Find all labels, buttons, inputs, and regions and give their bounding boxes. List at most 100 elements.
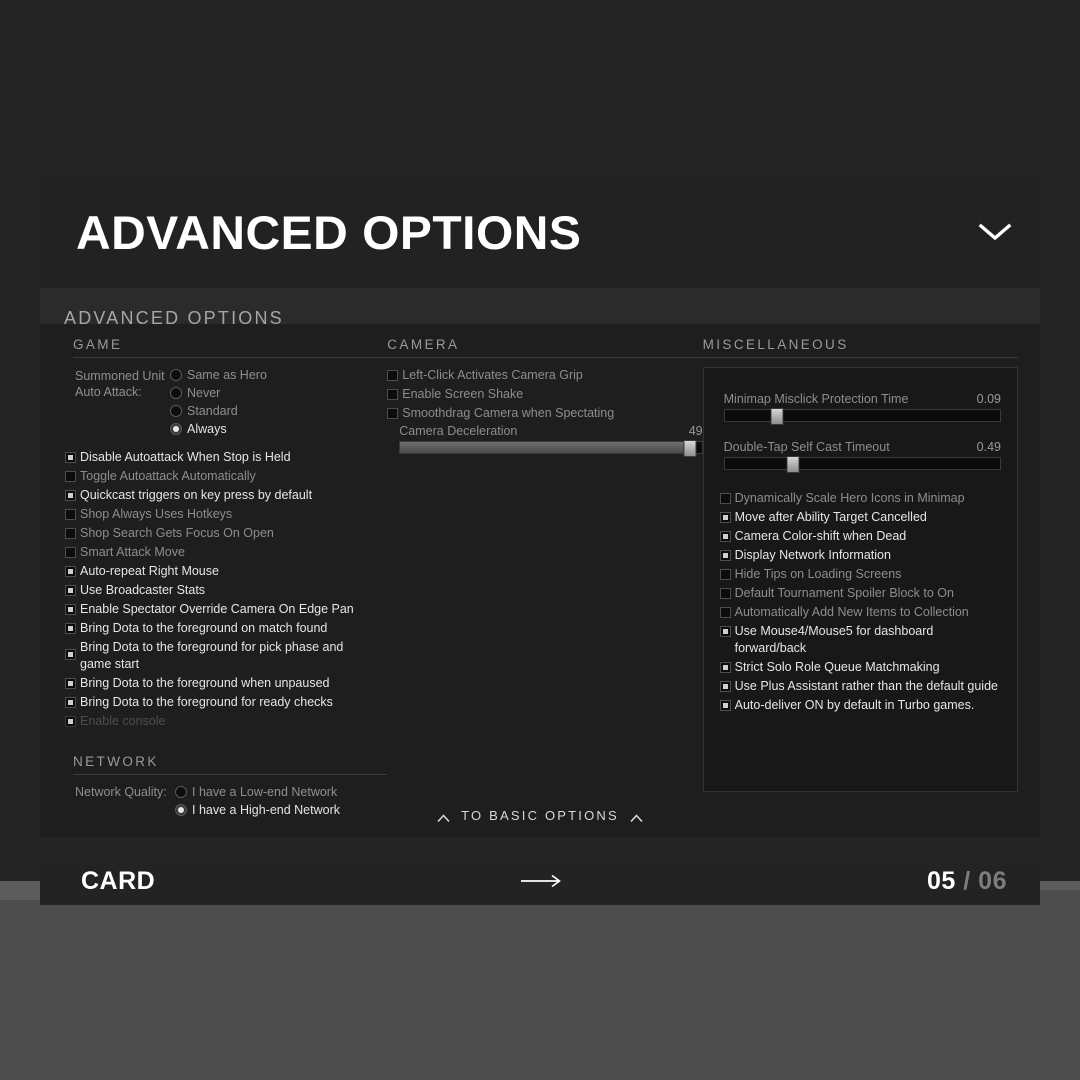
slider-label: Camera Deceleration — [399, 424, 518, 438]
checkbox-label: Auto-repeat Right Mouse — [80, 564, 219, 578]
total-pages: 06 — [978, 866, 1007, 895]
checkbox-default-tournament-spoiler-block[interactable]: Default Tournament Spoiler Block to On — [719, 585, 1001, 602]
arrow-right-icon[interactable] — [519, 870, 563, 892]
column-miscellaneous: MISCELLANEOUS Minimap Misclick Protectio… — [702, 337, 1018, 818]
checkbox-use-plus-assistant[interactable]: Use Plus Assistant rather than the defau… — [719, 678, 1001, 695]
radio-same-as-hero[interactable]: Same as Hero — [170, 367, 267, 383]
checkbox-icon — [387, 370, 399, 381]
checkbox-icon — [719, 681, 731, 692]
checkbox-enable-screen-shake[interactable]: Enable Screen Shake — [387, 386, 702, 403]
slider-value: 0.49 — [976, 440, 1001, 454]
checkbox-disable-autoattack-when-stop-is-held[interactable]: Disable Autoattack When Stop is Held — [65, 449, 387, 466]
to-basic-options-link[interactable]: TO BASIC OPTIONS — [40, 793, 1040, 837]
checkbox-icon — [65, 528, 76, 539]
miscellaneous-checkbox-list: Dynamically Scale Hero Icons in Minimap … — [719, 490, 1001, 714]
checkbox-label: Bring Dota to the foreground for pick ph… — [80, 640, 344, 671]
checkbox-icon — [719, 550, 731, 561]
double-tap-self-cast-timeout-slider[interactable]: Double-Tap Self Cast Timeout 0.49 — [720, 440, 1001, 473]
radio-label: Always — [187, 422, 227, 436]
slider-handle[interactable] — [770, 408, 784, 425]
checkbox-icon — [65, 547, 76, 558]
checkbox-strict-solo-role-queue-matchmaking[interactable]: Strict Solo Role Queue Matchmaking — [719, 659, 1001, 676]
checkbox-icon — [719, 700, 731, 711]
checkbox-shop-search-gets-focus-on-open[interactable]: Shop Search Gets Focus On Open — [65, 525, 387, 542]
checkbox-icon — [65, 649, 76, 660]
checkbox-label: Bring Dota to the foreground when unpaus… — [80, 676, 330, 690]
page-separator: / — [963, 866, 971, 895]
slider-handle[interactable] — [786, 456, 800, 473]
chevron-down-icon[interactable] — [978, 222, 1012, 242]
checkbox-bring-dota-foreground-ready-checks[interactable]: Bring Dota to the foreground for ready c… — [65, 694, 387, 711]
checkbox-use-mouse4-mouse5-dashboard[interactable]: Use Mouse4/Mouse5 for dashboard forward/… — [719, 623, 1001, 657]
slider-track[interactable] — [723, 456, 1001, 473]
checkbox-icon — [65, 623, 76, 634]
checkbox-icon — [65, 697, 76, 708]
checkbox-auto-deliver-turbo[interactable]: Auto-deliver ON by default in Turbo game… — [719, 697, 1001, 714]
checkbox-label: Use Plus Assistant rather than the defau… — [734, 679, 998, 693]
checkbox-bring-dota-foreground-match-found[interactable]: Bring Dota to the foreground on match fo… — [65, 620, 387, 637]
slider-track[interactable] — [399, 440, 703, 457]
checkbox-dynamically-scale-hero-icons[interactable]: Dynamically Scale Hero Icons in Minimap — [719, 490, 1001, 507]
camera-deceleration-slider[interactable]: Camera Deceleration 49 — [387, 424, 703, 457]
checkbox-label: Hide Tips on Loading Screens — [734, 567, 902, 581]
checkbox-smoothdrag-camera-when-spectating[interactable]: Smoothdrag Camera when Spectating — [387, 405, 702, 422]
checkbox-label: Bring Dota to the foreground on match fo… — [80, 621, 328, 635]
to-basic-options-label: TO BASIC OPTIONS — [461, 807, 619, 823]
radio-always[interactable]: Always — [170, 421, 267, 437]
checkbox-smart-attack-move[interactable]: Smart Attack Move — [65, 544, 387, 561]
slider-track[interactable] — [723, 408, 1001, 425]
checkbox-label: Automatically Add New Items to Collectio… — [734, 605, 969, 619]
checkbox-label: Bring Dota to the foreground for ready c… — [80, 695, 333, 709]
current-page: 05 — [927, 866, 956, 895]
radio-never[interactable]: Never — [170, 385, 267, 401]
minimap-misclick-protection-slider[interactable]: Minimap Misclick Protection Time 0.09 — [720, 392, 1001, 425]
checkbox-hide-tips-on-loading-screens[interactable]: Hide Tips on Loading Screens — [719, 566, 1001, 583]
section-title-miscellaneous: MISCELLANEOUS — [702, 337, 1018, 358]
checkbox-label: Use Mouse4/Mouse5 for dashboard forward/… — [734, 624, 934, 655]
checkbox-icon — [65, 678, 76, 689]
checkbox-label: Strict Solo Role Queue Matchmaking — [734, 660, 940, 674]
checkbox-label: Enable console — [80, 714, 166, 728]
radio-label: Same as Hero — [187, 368, 267, 382]
slider-handle[interactable] — [683, 440, 697, 457]
checkbox-toggle-autoattack-automatically[interactable]: Toggle Autoattack Automatically — [65, 468, 387, 485]
checkbox-icon — [719, 626, 731, 637]
checkbox-icon — [65, 471, 76, 482]
advanced-options-card: ADVANCED OPTIONS ADVANCED OPTIONS GAME S… — [40, 176, 1040, 837]
checkbox-left-click-activates-camera-grip[interactable]: Left-Click Activates Camera Grip — [387, 367, 702, 384]
checkbox-label: Auto-deliver ON by default in Turbo game… — [734, 698, 975, 712]
checkbox-label: Use Broadcaster Stats — [80, 583, 206, 597]
checkbox-icon — [719, 493, 731, 504]
radio-standard[interactable]: Standard — [170, 403, 267, 419]
game-checkbox-list: Disable Autoattack When Stop is Held Tog… — [65, 449, 387, 730]
checkbox-bring-dota-foreground-unpaused[interactable]: Bring Dota to the foreground when unpaus… — [65, 675, 387, 692]
checkbox-label: Toggle Autoattack Automatically — [80, 469, 256, 483]
auto-attack-options: Same as Hero Never Standard Always — [170, 367, 267, 437]
checkbox-quickcast-triggers-on-key-press[interactable]: Quickcast triggers on key press by defau… — [65, 487, 387, 504]
slider-value: 49 — [688, 424, 703, 438]
checkbox-label: Smart Attack Move — [80, 545, 185, 559]
checkbox-icon — [719, 569, 731, 580]
checkbox-label: Smoothdrag Camera when Spectating — [402, 406, 615, 420]
chevron-up-icon-right — [630, 811, 643, 822]
screenshot-root: ADVANCED OPTIONS ADVANCED OPTIONS GAME S… — [0, 0, 1080, 1080]
checkbox-auto-repeat-right-mouse[interactable]: Auto-repeat Right Mouse — [65, 563, 387, 580]
checkbox-display-network-information[interactable]: Display Network Information — [719, 547, 1001, 564]
checkbox-label: Left-Click Activates Camera Grip — [402, 368, 583, 382]
radio-label: Standard — [187, 404, 238, 418]
radio-icon-selected — [170, 423, 182, 435]
checkbox-camera-color-shift-when-dead[interactable]: Camera Color-shift when Dead — [719, 528, 1001, 545]
checkbox-automatically-add-new-items[interactable]: Automatically Add New Items to Collectio… — [719, 604, 1001, 621]
checkbox-move-after-ability-target-cancelled[interactable]: Move after Ability Target Cancelled — [719, 509, 1001, 526]
checkbox-icon — [65, 604, 76, 615]
radio-icon — [170, 387, 182, 399]
checkbox-shop-always-uses-hotkeys[interactable]: Shop Always Uses Hotkeys — [65, 506, 387, 523]
checkbox-label: Enable Screen Shake — [402, 387, 524, 401]
checkbox-icon — [719, 512, 731, 523]
checkbox-bring-dota-foreground-pick-phase[interactable]: Bring Dota to the foreground for pick ph… — [65, 639, 387, 673]
checkbox-enable-console[interactable]: Enable console — [65, 713, 387, 730]
checkbox-enable-spectator-override-camera[interactable]: Enable Spectator Override Camera On Edge… — [65, 601, 387, 618]
checkbox-use-broadcaster-stats[interactable]: Use Broadcaster Stats — [65, 582, 387, 599]
panel-heading: ADVANCED OPTIONS — [64, 308, 284, 328]
miscellaneous-panel: Minimap Misclick Protection Time 0.09 Do… — [702, 367, 1018, 792]
